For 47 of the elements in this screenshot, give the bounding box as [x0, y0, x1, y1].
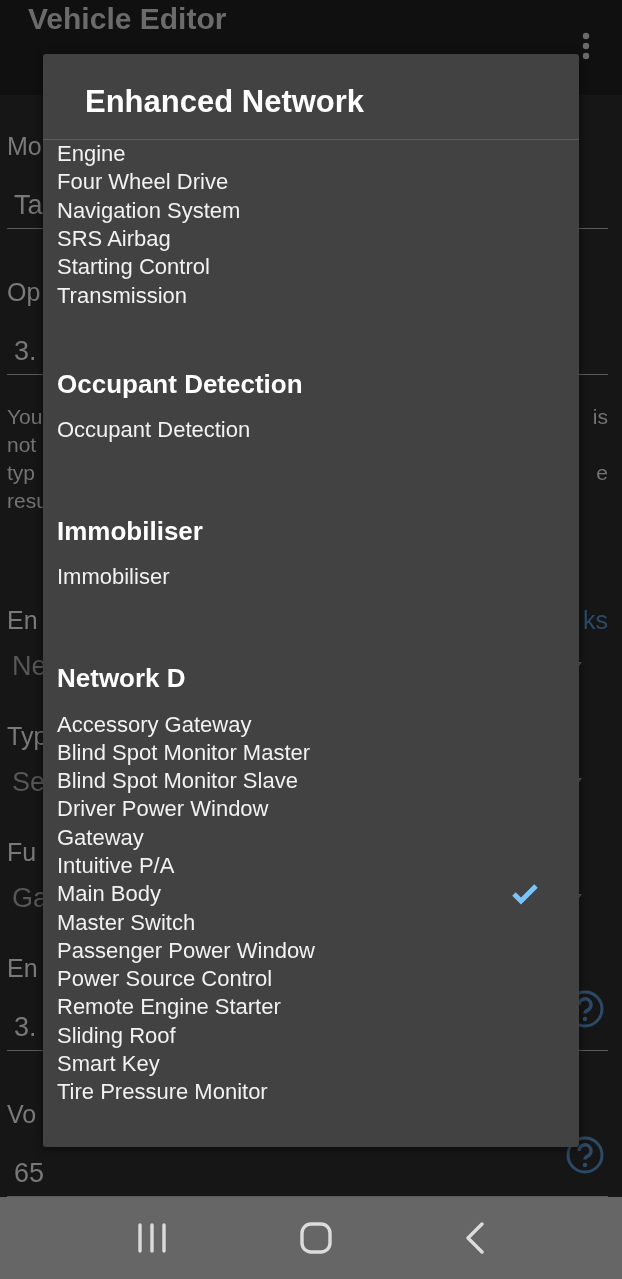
description-text: e	[596, 461, 608, 486]
list-item[interactable]: Main Body	[57, 880, 565, 909]
list-item[interactable]: Four Wheel Drive	[57, 168, 565, 197]
list-item[interactable]: Passenger Power Window	[57, 936, 565, 966]
list-item[interactable]: Gateway	[57, 823, 565, 852]
home-icon[interactable]	[300, 1222, 332, 1255]
list-item[interactable]: Tire Pressure Monitor	[57, 1078, 565, 1107]
list-item[interactable]: Smart Key	[57, 1049, 565, 1079]
list-item[interactable]: Blind Spot Monitor Master	[57, 738, 565, 767]
section-heading: Network D	[57, 662, 187, 696]
list-item[interactable]: Transmission	[57, 281, 565, 310]
dialog-title: Enhanced Network	[43, 54, 579, 140]
list-item[interactable]: Starting Control	[57, 253, 565, 282]
recent-apps-icon[interactable]	[136, 1223, 167, 1254]
field-value[interactable]: 65	[14, 1157, 45, 1189]
description-text: typ	[7, 461, 35, 486]
field-label: Mo	[7, 131, 42, 161]
list-item[interactable]: Engine	[57, 140, 565, 169]
field-label: Op	[7, 277, 41, 307]
field-label: Fu	[7, 837, 37, 867]
checkmark-icon	[511, 883, 539, 906]
field-value[interactable]: 3.	[14, 335, 37, 367]
list-item[interactable]: Navigation System	[57, 196, 565, 225]
list-item[interactable]: Blind Spot Monitor Slave	[57, 766, 565, 796]
back-icon[interactable]	[465, 1222, 486, 1255]
section-heading: Occupant Detection	[57, 367, 304, 401]
list-item[interactable]: Accessory Gateway	[57, 710, 565, 739]
field-label: En	[7, 953, 38, 983]
field-label: En	[7, 605, 38, 635]
list-item[interactable]: SRS Airbag	[57, 224, 565, 254]
screen-title: Vehicle Editor	[28, 1, 227, 36]
description-text: You	[7, 405, 43, 430]
list-item[interactable]: Occupant Detection	[57, 415, 565, 445]
list-item[interactable]: Driver Power Window	[57, 795, 565, 824]
more-options-icon[interactable]	[582, 31, 590, 60]
field-value[interactable]: 3.	[14, 1011, 37, 1043]
list-item[interactable]: Intuitive P/A	[57, 851, 565, 881]
field-label: Vo	[7, 1099, 37, 1129]
description-text: not	[7, 433, 37, 458]
list-item[interactable]: Sliding Roof	[57, 1021, 565, 1050]
field-value[interactable]: Ta	[14, 189, 43, 221]
list-item[interactable]: Remote Engine Starter	[57, 993, 565, 1022]
list-item[interactable]: Immobiliser	[57, 563, 565, 592]
list-item[interactable]: Power Source Control	[57, 965, 565, 994]
section-heading: Immobiliser	[57, 515, 204, 549]
description-text: is	[592, 405, 608, 430]
list-item[interactable]: Master Switch	[57, 908, 565, 937]
